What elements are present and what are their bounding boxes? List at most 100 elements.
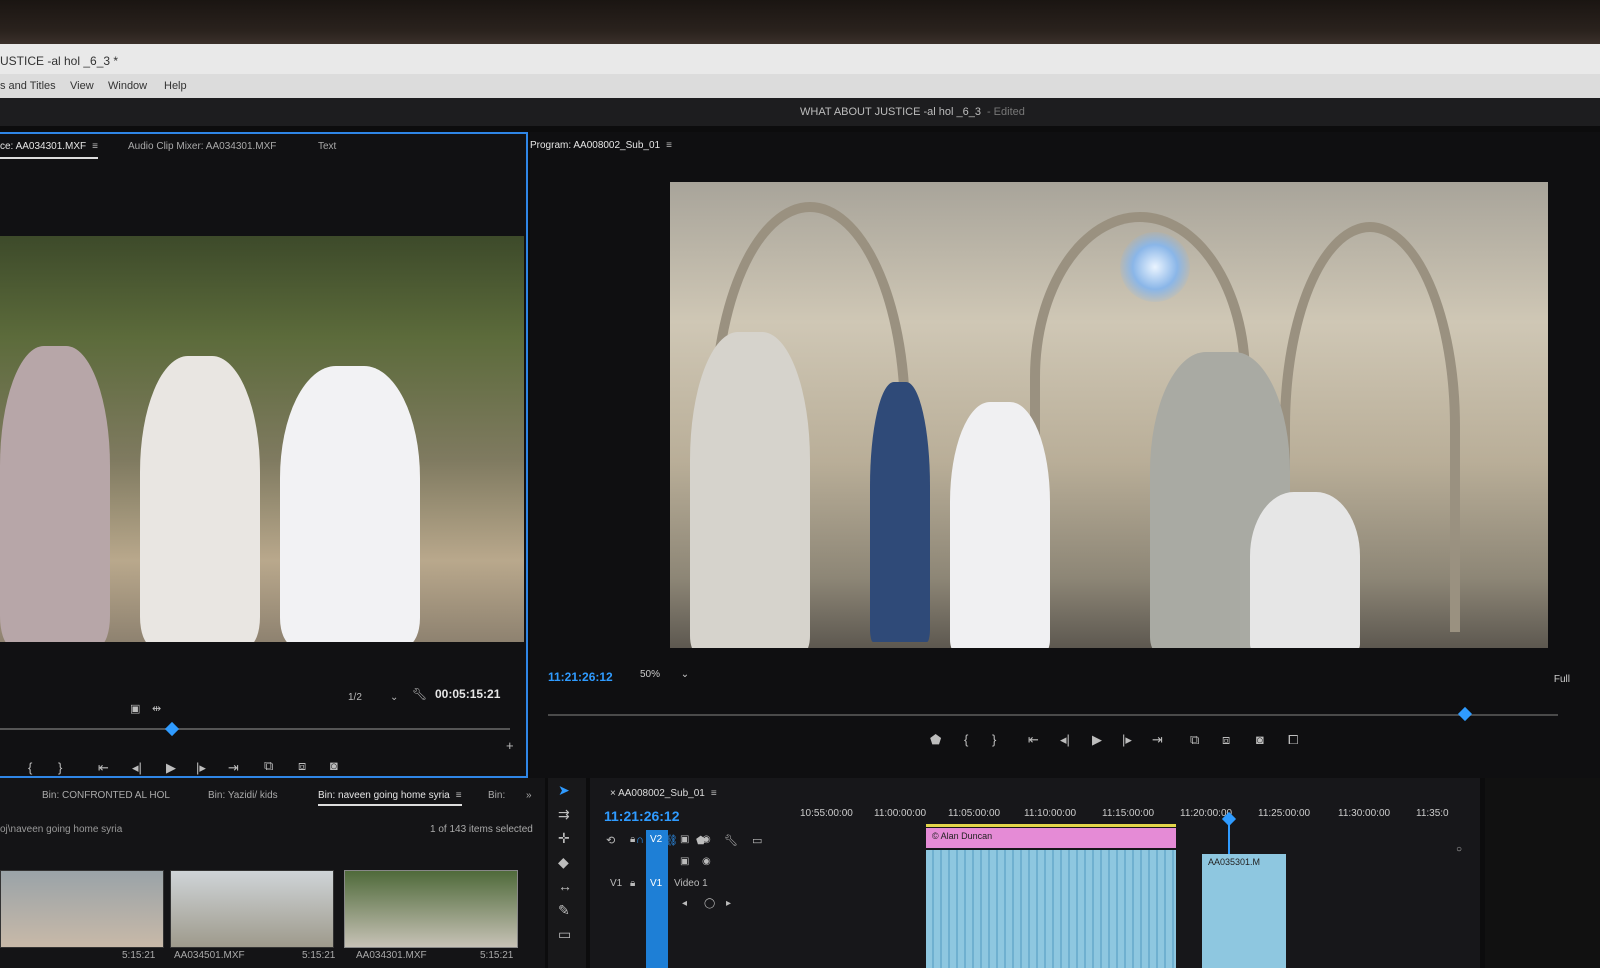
- eye-icon[interactable]: ◉: [702, 834, 711, 845]
- tab-bin-confronted-al-hol[interactable]: Bin: CONFRONTED AL HOL: [42, 790, 170, 801]
- drag-video-icon[interactable]: ⇹: [152, 702, 161, 715]
- tab-text[interactable]: Text: [318, 141, 336, 152]
- chevron-down-icon[interactable]: ⌄: [390, 692, 398, 703]
- wrench-icon[interactable]: 🔧︎: [412, 687, 427, 701]
- bin-item-duration: 5:15:21: [480, 950, 514, 961]
- play-icon[interactable]: ▶: [1092, 732, 1102, 748]
- keyframe-next-icon[interactable]: ▸: [726, 898, 731, 909]
- go-to-in-icon[interactable]: ⇤: [98, 760, 109, 776]
- wrench-icon[interactable]: 🔧︎: [724, 834, 738, 847]
- source-monitor: ce: AA034301.MXF ≡ Audio Clip Mixer: AA03…: [0, 132, 528, 778]
- tab-source[interactable]: ce: AA034301.MXF ≡: [0, 141, 99, 159]
- source-playhead[interactable]: [164, 721, 180, 737]
- comparison-view-icon[interactable]: ⧠: [1288, 732, 1298, 748]
- close-icon[interactable]: ×: [610, 788, 618, 799]
- work-area-bar[interactable]: [926, 824, 1176, 827]
- person-figure: [1250, 492, 1360, 648]
- mark-out-icon[interactable]: }: [58, 760, 62, 775]
- timeline-sequence-tab[interactable]: × AA008002_Sub_01 ≡: [610, 788, 717, 799]
- add-button-icon[interactable]: +: [506, 738, 514, 753]
- rectangle-tool-icon[interactable]: ▭: [558, 926, 571, 943]
- tab-audio-clip-mixer[interactable]: Audio Clip Mixer: AA034301.MXF: [128, 141, 276, 152]
- nest-icon[interactable]: ⟲: [606, 834, 615, 847]
- menu-item-help[interactable]: Help: [164, 80, 187, 92]
- project-name: WHAT ABOUT JUSTICE -al hol _6_3: [800, 106, 981, 118]
- track-v1-target[interactable]: V1: [650, 878, 662, 889]
- source-scrub-bar[interactable]: [0, 728, 510, 730]
- tab-bin-yazidi-kids[interactable]: Bin: Yazidi/ kids: [208, 790, 278, 801]
- scroll-handle-icon[interactable]: ○: [1456, 844, 1462, 855]
- panel-menu-icon[interactable]: ≡: [92, 141, 98, 152]
- bin-thumbnail[interactable]: [0, 870, 164, 948]
- chevron-down-icon: ⌄: [680, 669, 690, 680]
- play-icon[interactable]: ▶: [166, 760, 176, 776]
- video-clip[interactable]: AA035301.M: [1202, 854, 1286, 968]
- tab-bin-label: Bin: naveen going home syria: [318, 790, 450, 801]
- mark-in-icon[interactable]: {: [964, 732, 968, 747]
- monitor-bezel: [0, 0, 1600, 44]
- zoom-select[interactable]: 50% ⌄: [640, 669, 689, 680]
- mark-in-icon[interactable]: {: [28, 760, 32, 775]
- lift-icon[interactable]: ⧉: [1190, 732, 1199, 748]
- step-back-icon[interactable]: ◂|: [132, 760, 142, 776]
- ripple-edit-tool-icon[interactable]: ✛: [558, 830, 570, 847]
- source-video-frame: [0, 236, 524, 642]
- insert-icon[interactable]: ⧉: [264, 758, 273, 774]
- camera-icon[interactable]: ◙: [330, 758, 338, 773]
- program-timecode[interactable]: 11:21:26:12: [548, 670, 613, 684]
- eye-icon[interactable]: ◉: [702, 856, 711, 867]
- panel-menu-icon[interactable]: ≡: [666, 140, 672, 151]
- go-to-out-icon[interactable]: ⇥: [1152, 732, 1163, 748]
- track-lock-icon[interactable]: 🔒︎: [630, 878, 635, 889]
- overwrite-icon[interactable]: ⧈: [298, 758, 306, 774]
- sync-lock-icon[interactable]: ▣: [680, 856, 689, 867]
- track-v1-source[interactable]: V1: [610, 878, 622, 889]
- razor-tool-icon[interactable]: ◆: [558, 854, 569, 871]
- tab-bin-more[interactable]: Bin:: [488, 790, 505, 801]
- keyframe-prev-icon[interactable]: ◂: [682, 898, 687, 909]
- step-back-icon[interactable]: ◂|: [1060, 732, 1070, 748]
- person-figure: [690, 332, 810, 648]
- resolution-select[interactable]: Full: [1554, 674, 1570, 685]
- panel-menu-icon[interactable]: ≡: [711, 788, 717, 799]
- tab-program[interactable]: Program: AA008002_Sub_01 ≡: [530, 140, 672, 156]
- track-lock-icon[interactable]: 🔒︎: [630, 834, 635, 845]
- step-forward-icon[interactable]: |▸: [196, 760, 206, 776]
- menu-item-window[interactable]: Window: [108, 80, 147, 92]
- step-forward-icon[interactable]: |▸: [1122, 732, 1132, 748]
- add-marker-icon[interactable]: ⬟: [930, 732, 941, 748]
- extract-icon[interactable]: ⧈: [1222, 732, 1230, 748]
- program-playhead[interactable]: [1457, 706, 1473, 722]
- track-select-tool-icon[interactable]: ⇉: [558, 806, 570, 823]
- selection-tool-icon[interactable]: ➤: [558, 782, 570, 799]
- title-clip[interactable]: © Alan Duncan: [926, 828, 1176, 848]
- double-chevron-right-icon[interactable]: »: [526, 790, 532, 801]
- pen-tool-icon[interactable]: ✎: [558, 902, 570, 919]
- keyframe-add-icon[interactable]: ◯: [704, 898, 715, 909]
- tab-bin-naveen-going-home-syria[interactable]: Bin: naveen going home syria ≡: [318, 790, 462, 806]
- go-to-in-icon[interactable]: ⇤: [1028, 732, 1039, 748]
- mark-out-icon[interactable]: }: [992, 732, 996, 747]
- menu-item-view[interactable]: View: [70, 80, 94, 92]
- sync-lock-icon[interactable]: ▣: [680, 834, 689, 845]
- video-clip[interactable]: [926, 850, 1176, 968]
- go-to-out-icon[interactable]: ⇥: [228, 760, 239, 776]
- captions-icon[interactable]: ▭: [752, 834, 762, 847]
- program-monitor: Program: AA008002_Sub_01 ≡ 11:21:26:12 50…: [530, 132, 1600, 778]
- snap-magnet-icon[interactable]: ∩: [636, 834, 644, 846]
- program-scrub-bar[interactable]: [548, 714, 1558, 716]
- track-target-column[interactable]: [646, 830, 668, 968]
- safe-margins-icon[interactable]: ▣: [130, 702, 140, 715]
- timeline-timecode[interactable]: 11:21:26:12: [604, 808, 680, 824]
- source-duration-timecode: 00:05:15:21: [435, 687, 501, 701]
- panel-menu-icon[interactable]: ≡: [456, 790, 462, 801]
- bin-thumbnail[interactable]: [170, 870, 334, 948]
- slip-tool-icon[interactable]: ↔: [558, 878, 572, 894]
- tab-source-label: ce: AA034301.MXF: [0, 141, 87, 152]
- person-figure: [140, 356, 260, 642]
- bin-thumbnail-selected[interactable]: [344, 870, 518, 948]
- playback-resolution[interactable]: 1/2: [348, 692, 362, 703]
- menu-item-titles[interactable]: s and Titles: [0, 80, 56, 92]
- track-v2-target[interactable]: V2: [650, 834, 662, 845]
- camera-icon[interactable]: ◙: [1256, 732, 1264, 747]
